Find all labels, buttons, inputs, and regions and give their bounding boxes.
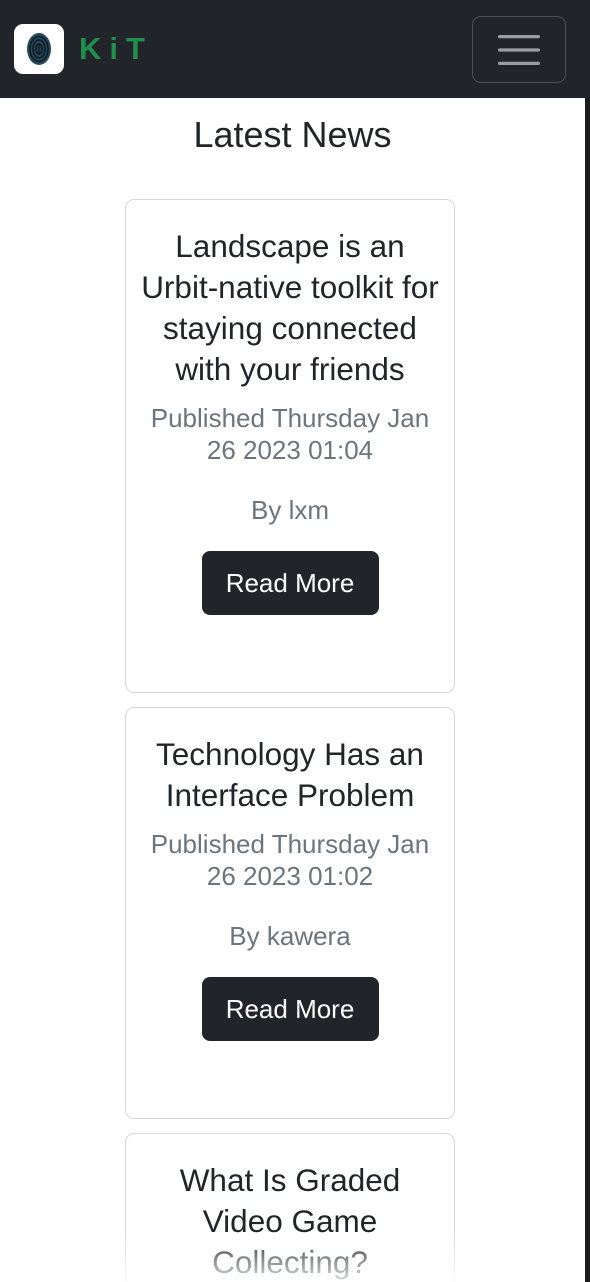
article-published-date: Published Thursday Jan 26 2023 01:02	[150, 829, 430, 891]
menu-toggle-button[interactable]	[472, 16, 566, 83]
scrollbar[interactable]	[585, 98, 590, 1282]
brand-name: KiT	[79, 31, 153, 66]
article-author: By kawera	[229, 921, 351, 951]
page-title: Latest News	[193, 114, 392, 155]
article-author: By lxm	[251, 495, 329, 525]
article-title[interactable]: What Is Graded Video Game Collecting?	[140, 1160, 440, 1282]
news-card: Landscape is an Urbit-native toolkit for…	[125, 199, 455, 693]
article-title[interactable]: Technology Has an Interface Problem	[140, 734, 440, 816]
top-navbar: KiT	[0, 0, 590, 98]
hamburger-menu-icon	[498, 34, 540, 65]
page: KiT Latest News Landscape is an Urbit-na…	[0, 0, 590, 1282]
news-card: What Is Graded Video Game Collecting?	[125, 1133, 455, 1282]
article-title[interactable]: Landscape is an Urbit-native toolkit for…	[140, 226, 440, 390]
fingerprint-logo-icon	[14, 24, 64, 74]
article-published-date: Published Thursday Jan 26 2023 01:04	[150, 403, 430, 465]
read-more-button[interactable]: Read More	[201, 551, 379, 615]
read-more-button[interactable]: Read More	[201, 977, 379, 1041]
brand-link[interactable]: KiT	[14, 24, 153, 74]
news-card: Technology Has an Interface Problem Publ…	[125, 707, 455, 1119]
